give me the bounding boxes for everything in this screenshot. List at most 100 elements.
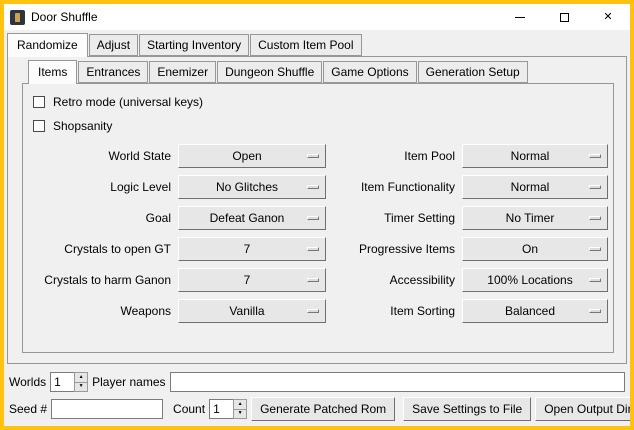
logic-level-dropdown[interactable]: No Glitches — [178, 175, 326, 199]
crystals-gt-label: Crystals to open GT — [29, 242, 173, 256]
tab-game-options[interactable]: Game Options — [323, 61, 416, 83]
close-button[interactable]: ✕ — [586, 4, 630, 30]
progressive-items-value: On — [522, 242, 548, 256]
tab-randomize[interactable]: Randomize — [7, 33, 88, 57]
count-stepper-buttons: ▲ ▼ — [233, 399, 247, 419]
bottom-controls: Worlds ▲ ▼ Player names Seed # Count — [4, 364, 630, 426]
generate-patched-rom-button[interactable]: Generate Patched Rom — [251, 397, 395, 421]
close-icon: ✕ — [603, 12, 612, 23]
accessibility-label: Accessibility — [331, 273, 457, 287]
maximize-icon — [560, 13, 569, 22]
items-pane: Retro mode (universal keys) Shopsanity W… — [22, 83, 614, 353]
item-functionality-value: Normal — [511, 180, 560, 194]
item-sorting-value: Balanced — [505, 304, 565, 318]
window-title: Door Shuffle — [31, 10, 98, 24]
weapons-dropdown[interactable]: Vanilla — [178, 299, 326, 323]
dropdown-indicator-icon — [589, 154, 601, 158]
tab-starting-inventory[interactable]: Starting Inventory — [139, 34, 249, 56]
player-names-input[interactable] — [170, 372, 626, 392]
dropdown-indicator-icon — [307, 216, 319, 220]
crystals-gt-value: 7 — [244, 242, 261, 256]
goal-value: Defeat Ganon — [210, 211, 295, 225]
shopsanity-label: Shopsanity — [53, 119, 112, 133]
worlds-label: Worlds — [9, 375, 46, 389]
item-sorting-dropdown[interactable]: Balanced — [462, 299, 608, 323]
crystals-ganon-value: 7 — [244, 273, 261, 287]
worlds-input[interactable] — [50, 372, 74, 392]
tab-custom-item-pool[interactable]: Custom Item Pool — [250, 34, 361, 56]
shopsanity-row: Shopsanity — [29, 114, 607, 138]
settings-grid: World State Open Item Pool Normal Logic … — [29, 144, 607, 323]
seed-label: Seed # — [9, 402, 47, 416]
dropdown-indicator-icon — [307, 278, 319, 282]
count-label: Count — [173, 402, 205, 416]
door-shuffle-window: Door Shuffle ✕ Randomize Adjust Starting… — [0, 0, 634, 430]
dropdown-indicator-icon — [589, 247, 601, 251]
retro-mode-checkbox[interactable] — [33, 96, 45, 108]
dropdown-indicator-icon — [589, 309, 601, 313]
progressive-items-dropdown[interactable]: On — [462, 237, 608, 261]
seed-row: Seed # Count ▲ ▼ Generate Patched Rom Sa… — [9, 397, 625, 421]
logic-level-value: No Glitches — [216, 180, 288, 194]
seed-input[interactable] — [51, 399, 163, 419]
tab-dungeon-shuffle[interactable]: Dungeon Shuffle — [217, 61, 322, 83]
crystals-gt-dropdown[interactable]: 7 — [178, 237, 326, 261]
dropdown-indicator-icon — [307, 185, 319, 189]
timer-setting-label: Timer Setting — [331, 211, 457, 225]
item-functionality-label: Item Functionality — [331, 180, 457, 194]
spin-up-icon[interactable]: ▲ — [233, 399, 247, 410]
item-pool-value: Normal — [511, 149, 560, 163]
spin-down-icon[interactable]: ▼ — [74, 383, 88, 393]
worlds-row: Worlds ▲ ▼ Player names — [9, 370, 625, 394]
dropdown-indicator-icon — [307, 154, 319, 158]
tab-items[interactable]: Items — [28, 60, 77, 84]
timer-setting-dropdown[interactable]: No Timer — [462, 206, 608, 230]
tab-generation-setup[interactable]: Generation Setup — [418, 61, 528, 83]
weapons-label: Weapons — [29, 304, 173, 318]
logic-level-label: Logic Level — [29, 180, 173, 194]
item-sorting-label: Item Sorting — [331, 304, 457, 318]
worlds-stepper: ▲ ▼ — [50, 372, 88, 392]
randomize-pane: Items Entrances Enemizer Dungeon Shuffle… — [7, 56, 627, 364]
item-functionality-dropdown[interactable]: Normal — [462, 175, 608, 199]
dropdown-indicator-icon — [589, 278, 601, 282]
dropdown-indicator-icon — [589, 185, 601, 189]
dropdown-indicator-icon — [307, 309, 319, 313]
timer-setting-value: No Timer — [506, 211, 565, 225]
crystals-ganon-dropdown[interactable]: 7 — [178, 268, 326, 292]
count-input[interactable] — [209, 399, 233, 419]
player-names-label: Player names — [92, 375, 165, 389]
worlds-stepper-buttons: ▲ ▼ — [74, 372, 88, 392]
client-area: Randomize Adjust Starting Inventory Cust… — [4, 30, 630, 426]
open-output-directory-button[interactable]: Open Output Directory — [535, 397, 630, 421]
world-state-label: World State — [29, 149, 173, 163]
weapons-value: Vanilla — [229, 304, 274, 318]
main-tab-bar: Randomize Adjust Starting Inventory Cust… — [7, 33, 627, 56]
world-state-dropdown[interactable]: Open — [178, 144, 326, 168]
maximize-button[interactable] — [542, 4, 586, 30]
retro-mode-label: Retro mode (universal keys) — [53, 95, 203, 109]
tab-adjust[interactable]: Adjust — [89, 34, 138, 56]
titlebar: Door Shuffle ✕ — [4, 4, 630, 30]
item-pool-dropdown[interactable]: Normal — [462, 144, 608, 168]
crystals-ganon-label: Crystals to harm Ganon — [29, 273, 173, 287]
goal-dropdown[interactable]: Defeat Ganon — [178, 206, 326, 230]
dropdown-indicator-icon — [589, 216, 601, 220]
world-state-value: Open — [232, 149, 271, 163]
save-settings-button[interactable]: Save Settings to File — [403, 397, 531, 421]
minimize-icon — [515, 17, 525, 18]
app-icon[interactable] — [10, 10, 25, 25]
count-stepper: ▲ ▼ — [209, 399, 247, 419]
retro-mode-row: Retro mode (universal keys) — [29, 90, 607, 114]
minimize-button[interactable] — [498, 4, 542, 30]
accessibility-value: 100% Locations — [487, 273, 582, 287]
shopsanity-checkbox[interactable] — [33, 120, 45, 132]
dropdown-indicator-icon — [307, 247, 319, 251]
spin-up-icon[interactable]: ▲ — [74, 372, 88, 383]
accessibility-dropdown[interactable]: 100% Locations — [462, 268, 608, 292]
tab-entrances[interactable]: Entrances — [78, 61, 148, 83]
sub-tab-bar: Items Entrances Enemizer Dungeon Shuffle… — [28, 60, 626, 83]
spin-down-icon[interactable]: ▼ — [233, 410, 247, 420]
tab-enemizer[interactable]: Enemizer — [149, 61, 216, 83]
progressive-items-label: Progressive Items — [331, 242, 457, 256]
